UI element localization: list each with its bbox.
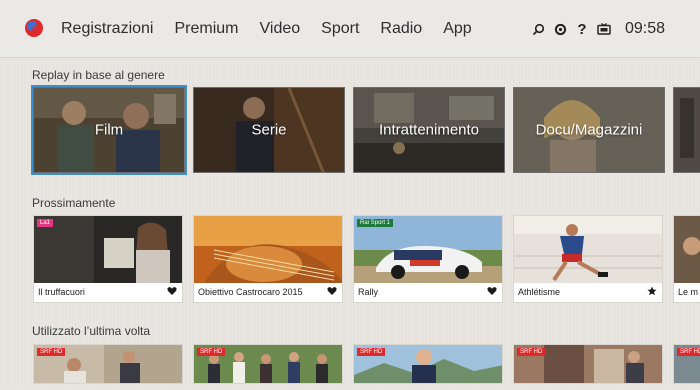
- genre-tile-film[interactable]: Film: [31, 85, 187, 175]
- upcoming-card-partial[interactable]: Le m: [673, 215, 700, 303]
- nav-item-radio[interactable]: Radio: [380, 19, 422, 39]
- card-caption: Il truffacuori: [38, 287, 85, 297]
- help-icon[interactable]: ?: [572, 19, 592, 39]
- channel-badge: SRF HD: [197, 348, 226, 356]
- castrocaro-image: [194, 216, 342, 283]
- clock: 09:58: [625, 20, 666, 37]
- card-caption: Le m: [678, 287, 699, 297]
- swisscom-logo-icon[interactable]: [24, 18, 44, 38]
- channel-badge: SRF HD: [357, 348, 386, 356]
- nav-item-premium[interactable]: Premium: [174, 19, 238, 39]
- main-nav: Registrazioni Premium Video Sport Radio …: [61, 19, 493, 39]
- section-title-upcoming: Prossimamente: [32, 196, 116, 210]
- channel-badge: La1: [37, 219, 54, 227]
- search-icon[interactable]: [528, 19, 548, 39]
- genre-tile-intrattenimento[interactable]: Intrattenimento: [353, 87, 505, 173]
- truffacuori-image: [34, 216, 182, 283]
- upcoming-card[interactable]: Rai Sport 1 Rally: [353, 215, 503, 303]
- upcoming-card[interactable]: La1 Il truffacuori: [33, 215, 183, 303]
- heart-icon[interactable]: [487, 286, 497, 296]
- recent-card-partial[interactable]: SRF HD: [673, 344, 700, 384]
- recent-card[interactable]: SRF HD: [193, 344, 343, 384]
- card-thumbnail: [514, 216, 662, 283]
- star-icon[interactable]: [647, 286, 657, 296]
- nav-item-app[interactable]: App: [443, 19, 471, 39]
- recent-card[interactable]: SRF HD: [33, 344, 183, 384]
- card-caption: Rally: [358, 287, 379, 297]
- genre-tile-serie[interactable]: Serie: [193, 87, 345, 173]
- card-thumbnail: Rai Sport 1: [354, 216, 502, 283]
- genre-label-film: Film: [94, 121, 124, 139]
- nav-item-registrazioni[interactable]: Registrazioni: [61, 19, 153, 39]
- channel-badge: SRF HD: [37, 348, 66, 356]
- channel-badge: Rai Sport 1: [357, 219, 394, 227]
- tv-icon[interactable]: [594, 19, 614, 39]
- channel-badge: SRF HD: [677, 348, 700, 356]
- genre-tile-partial[interactable]: [673, 87, 700, 173]
- section-title-recent: Utilizzato l’ultima volta: [32, 324, 151, 338]
- nav-item-video[interactable]: Video: [260, 19, 301, 39]
- recent-card[interactable]: SRF HD: [513, 344, 663, 384]
- partial-dim-overlay: [674, 88, 700, 172]
- card-thumbnail: La1: [34, 216, 182, 283]
- section-title-genres: Replay in base al genere: [32, 68, 165, 82]
- heart-icon[interactable]: [167, 286, 177, 296]
- header-icons: ?: [528, 19, 616, 39]
- settings-icon[interactable]: [550, 19, 570, 39]
- nav-item-sport[interactable]: Sport: [321, 19, 359, 39]
- card-thumbnail: [194, 216, 342, 283]
- heart-icon[interactable]: [327, 286, 337, 296]
- genre-label-docu: Docu/Magazzini: [535, 121, 643, 139]
- channel-badge: SRF HD: [517, 348, 546, 356]
- recent-card[interactable]: SRF HD: [353, 344, 503, 384]
- athletisme-image: [514, 216, 662, 283]
- genre-label-intrattenimento: Intrattenimento: [378, 121, 480, 139]
- genre-tile-docu[interactable]: Docu/Magazzini: [513, 87, 665, 173]
- card-thumbnail: [674, 216, 700, 283]
- genre-label-serie: Serie: [251, 121, 287, 139]
- upcoming-card[interactable]: Athlétisme: [513, 215, 663, 303]
- upcoming-card[interactable]: Obiettivo Castrocaro 2015: [193, 215, 343, 303]
- partial-upcoming-image: [674, 216, 700, 283]
- top-navigation-bar: Registrazioni Premium Video Sport Radio …: [0, 0, 700, 58]
- card-caption: Athlétisme: [518, 287, 561, 297]
- card-caption: Obiettivo Castrocaro 2015: [198, 287, 303, 297]
